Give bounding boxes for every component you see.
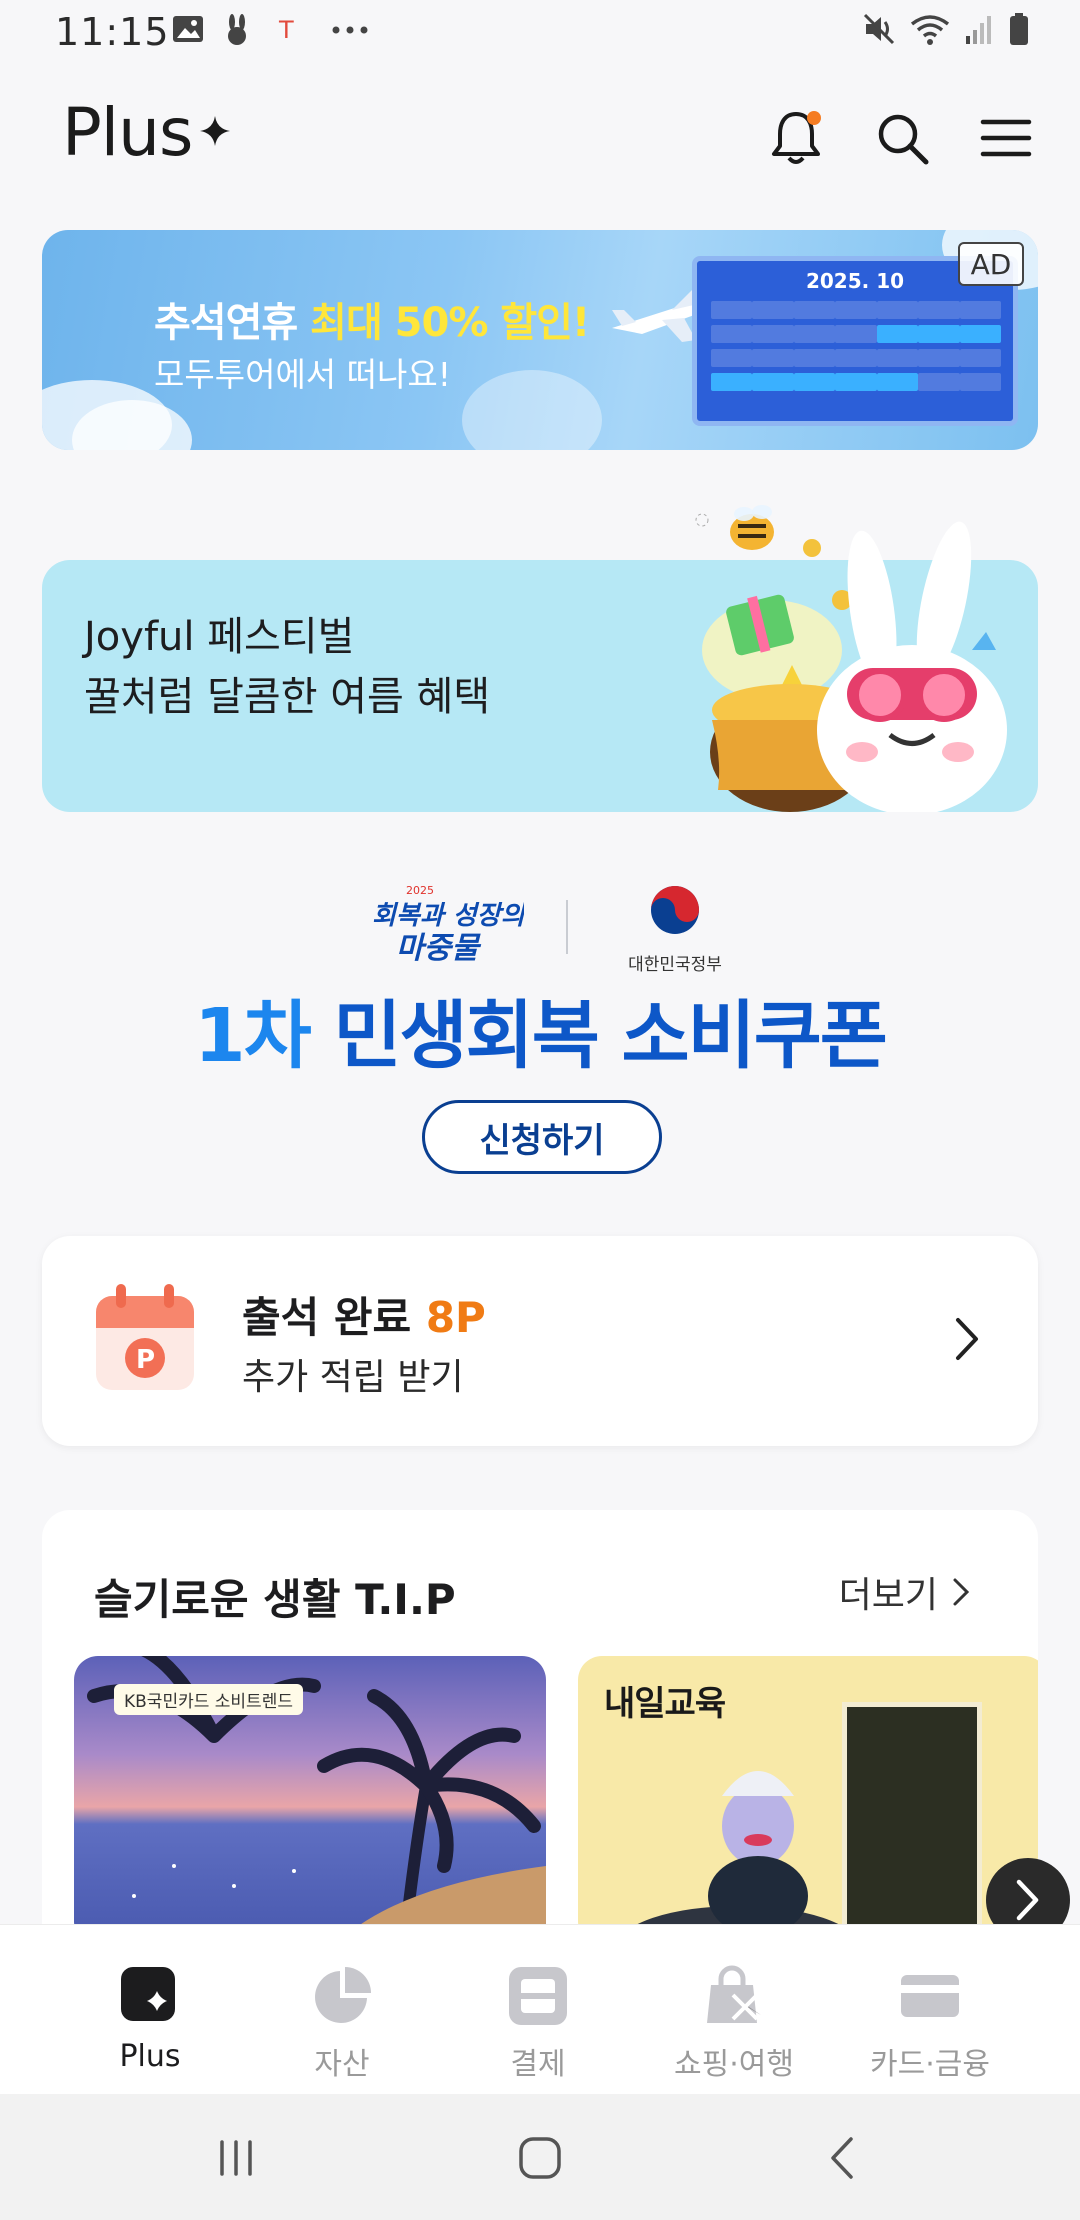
nav-label-shopping-travel: 쇼핑·여행 — [674, 2047, 794, 2082]
ad-title: 추석연휴 최대 50% 할인! — [154, 290, 590, 348]
ad-banner[interactable]: 2025. 10 추석연휴 최대 50% 할인! 모두투어에서 떠나요! AD — [42, 230, 1038, 450]
notification-button[interactable] — [760, 102, 832, 174]
apply-button[interactable]: 신청하기 — [422, 1100, 662, 1174]
nav-item-payment[interactable]: 결제 — [440, 1965, 636, 2083]
recovery-growth-logo: 2025 회복과 성장의 마중물 — [372, 884, 524, 966]
attendance-subtitle: 추가 적립 받기 — [242, 1357, 464, 1398]
nav-label-payment: 결제 — [510, 2047, 566, 2082]
mute-icon — [863, 13, 895, 45]
nav-item-card-finance[interactable]: 카드·금융 — [832, 1965, 1028, 2083]
attendance-title: 출석 완료 8P — [242, 1284, 486, 1345]
attendance-card[interactable]: P 출석 완료 8P 추가 적립 받기 — [42, 1236, 1038, 1446]
joy-banner-line1: Joyful 페스티벌 — [84, 614, 355, 660]
status-bar: 11:15 T — [0, 0, 1080, 64]
life-tips-card: 슬기로운 생활 T.I.P 더보기 KB국민카드 소비트렌드 내일교육 — [42, 1510, 1038, 1930]
tip-item-kb-trend[interactable]: KB국민카드 소비트렌드 — [74, 1656, 546, 1930]
joy-banner-line2: 꿀처럼 달콤한 여름 혜택 — [84, 674, 491, 720]
back-button[interactable] — [802, 2128, 882, 2188]
joyful-festival-banner[interactable]: Joyful 페스티벌 꿀처럼 달콤한 여름 혜택 — [42, 505, 1038, 812]
bottom-navigation: Plus 자산 결제 쇼핑·여행 카드·금융 — [0, 1924, 1080, 2094]
rabbit-honey-illustration — [695, 505, 1007, 812]
chevron-right-icon — [1016, 1879, 1039, 1921]
status-time: 11:15 — [55, 10, 170, 54]
signal-icon — [966, 16, 991, 44]
character-illustration — [628, 1771, 848, 1930]
svg-text:2025: 2025 — [406, 884, 434, 897]
back-icon — [831, 2137, 853, 2179]
search-button[interactable] — [866, 102, 938, 174]
more-link[interactable]: 더보기 — [839, 1566, 970, 1618]
nav-item-plus[interactable]: Plus — [52, 1965, 248, 2074]
chevron-right-icon — [956, 1318, 978, 1360]
nav-label-plus: Plus — [119, 2039, 181, 2074]
ad-label: AD — [958, 242, 1024, 286]
logo-divider — [566, 900, 568, 954]
gallery-icon — [173, 16, 203, 42]
nav-label-assets: 자산 — [314, 2047, 370, 2082]
system-navigation-bar — [0, 2094, 1080, 2220]
taeguk-emblem-icon — [651, 886, 699, 934]
tip-badge: KB국민카드 소비트렌드 — [114, 1684, 303, 1715]
chevron-right-icon — [953, 1578, 970, 1606]
plus-sparkle-icon — [121, 1967, 175, 2021]
korea-government-label: 대한민국정부 — [628, 955, 722, 975]
ad-subtitle: 모두투어에서 떠나요! — [154, 355, 451, 394]
nav-item-shopping-travel[interactable]: 쇼핑·여행 — [636, 1965, 832, 2083]
recent-apps-button[interactable] — [196, 2128, 276, 2188]
nav-item-assets[interactable]: 자산 — [244, 1965, 440, 2083]
attendance-title-text: 출석 완료 — [242, 1293, 426, 1342]
attendance-points: 8P — [425, 1293, 486, 1342]
t-app-icon: T — [278, 16, 294, 44]
search-icon — [878, 114, 929, 165]
scan-icon — [509, 1967, 567, 2025]
recent-apps-icon — [220, 2140, 252, 2176]
svg-text:마중물: 마중물 — [396, 931, 482, 966]
battery-icon — [1010, 13, 1028, 45]
menu-button[interactable] — [970, 102, 1042, 174]
pie-chart-icon — [315, 1967, 371, 2023]
shopping-bag-icon — [707, 1965, 761, 2023]
card-icon — [901, 1975, 959, 2017]
bell-icon — [772, 111, 821, 164]
tips-title: 슬기로운 생활 T.I.P — [94, 1575, 456, 1624]
sparkle-icon — [200, 116, 230, 146]
page-title: Plus — [62, 94, 193, 171]
svg-text:T: T — [278, 16, 294, 44]
wifi-icon — [910, 15, 950, 45]
coupon-title: 1차 민생회복 소비쿠폰 — [0, 976, 1080, 1083]
ad-title-highlight: 최대 50% 할인! — [310, 300, 590, 346]
korea-government-logo: 대한민국정부 — [620, 876, 730, 976]
home-icon — [519, 2137, 561, 2179]
coupon-title-number: 1차 — [194, 993, 312, 1079]
rabbit-icon — [228, 14, 246, 45]
hamburger-menu-icon — [980, 119, 1032, 157]
svg-text:회복과 성장의: 회복과 성장의 — [372, 901, 524, 931]
app-header: Plus — [0, 64, 1080, 214]
coupon-title-text: 민생회복 소비쿠폰 — [309, 993, 887, 1079]
ad-title-prefix: 추석연휴 — [154, 300, 311, 346]
nav-label-card-finance: 카드·금융 — [870, 2047, 990, 2082]
more-dots-icon — [332, 26, 368, 34]
tip-item-tomorrow-education[interactable]: 내일교육 — [578, 1656, 1038, 1930]
home-button[interactable] — [500, 2128, 580, 2188]
attendance-calendar-icon: P — [96, 1284, 194, 1390]
tip-brand: 내일교육 — [604, 1684, 726, 1724]
more-label: 더보기 — [838, 1575, 938, 1616]
svg-text:P: P — [136, 1345, 155, 1375]
consumption-coupon-section: 2025 회복과 성장의 마중물 대한민국정부 1차 민생회복 소비쿠폰 신청하… — [0, 860, 1080, 1190]
